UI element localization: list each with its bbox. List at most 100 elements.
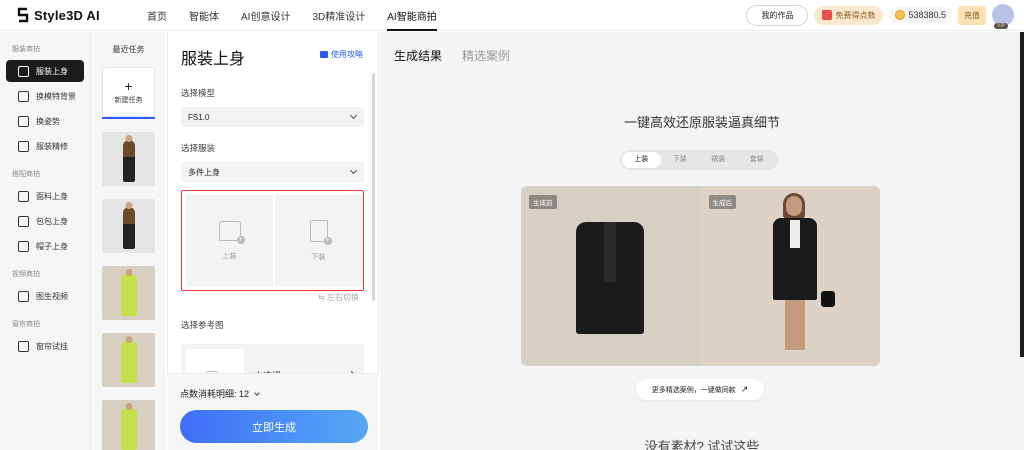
my-works-button[interactable]: 我的作品 [746, 4, 809, 26]
model-select[interactable]: FS1.0 [181, 107, 364, 127]
vip-badge: VIP [994, 23, 1009, 29]
sidebar-item-change-background[interactable]: 换模特背景 [6, 85, 84, 107]
sidebar-item-garment-refine[interactable]: 服装精修 [6, 135, 84, 157]
recent-tasks-title: 最近任务 [112, 45, 145, 54]
top-nav-bar: Style3D AI 首页 智能体 AI创意设计 3D精准设计 AI智能商拍 我… [0, 0, 1024, 31]
chevron-down-icon [349, 111, 358, 120]
chevron-down-icon [254, 389, 260, 396]
page-scrollbar[interactable] [1020, 32, 1024, 357]
before-image: 生成前 [521, 186, 701, 366]
sidebar-section-title: 服装商拍 [12, 46, 40, 53]
segment-top[interactable]: 上装 [622, 152, 661, 168]
task-thumbnail[interactable] [102, 132, 155, 186]
recharge-button[interactable]: 充值 [958, 5, 986, 25]
garment-mode-value: 多件上身 [188, 167, 220, 177]
result-area: 生成结果 精选案例 一键高效还原服装逼真细节 上装 下装 裙装 套装 生成前 生… [380, 32, 1024, 450]
top-garment-icon: + [218, 220, 245, 244]
model-label: 选择模型 [181, 88, 216, 98]
garment-upload-area: + 上装 + 下装 [181, 190, 364, 291]
model-select-value: FS1.0 [188, 112, 210, 122]
user-avatar[interactable]: VIP [992, 4, 1014, 29]
active-task-indicator [102, 117, 155, 119]
task-thumbnail[interactable] [102, 333, 155, 387]
recent-tasks-panel: 最近任务 + 新建任务 [90, 32, 166, 450]
book-icon [320, 51, 328, 58]
segment-bottom[interactable]: 下装 [661, 152, 700, 168]
sidebar-item-label: 面料上身 [36, 191, 68, 201]
points-detail-toggle[interactable]: 点数消耗明细: 12 [180, 387, 260, 400]
jacket-image [576, 222, 644, 334]
nav-home[interactable]: 首页 [136, 0, 178, 31]
scan-person-icon [18, 90, 29, 102]
task-thumbnail[interactable] [102, 199, 155, 253]
sidebar-item-curtain[interactable]: 窗帘试挂 [6, 335, 84, 357]
style3d-logo-icon [17, 7, 29, 23]
garment-label: 选择服装 [181, 143, 216, 153]
nav-ai-creative[interactable]: AI创意设计 [230, 0, 301, 31]
after-image: 生成后 [700, 186, 880, 366]
sidebar-item-label: 包包上身 [36, 216, 68, 226]
garment-type-segment: 上装 下装 裙装 套装 [620, 150, 778, 170]
top-garment-upload[interactable]: + 上装 [186, 195, 273, 286]
task-thumbnail[interactable] [102, 266, 155, 320]
before-after-comparison: 生成前 生成后 [521, 186, 880, 366]
sidebar-item-fabric[interactable]: 面料上身 [6, 185, 84, 207]
coin-icon [895, 10, 906, 20]
bottom-garment-label: 下装 [311, 253, 326, 261]
sidebar-section-title: 搭配商拍 [12, 171, 40, 178]
plus-icon: + [124, 78, 133, 94]
play-icon [18, 290, 29, 302]
segment-suit[interactable]: 套装 [738, 152, 777, 168]
more-cases-button[interactable]: 更多精选案例，一键做同款 ↗ [636, 379, 764, 400]
more-cases-label: 更多精选案例，一键做同款 [651, 386, 736, 394]
arrow-up-right-icon: ↗ [740, 384, 749, 394]
sidebar-item-label: 窗帘试挂 [36, 341, 68, 351]
sidebar-item-image-to-video[interactable]: 图生视频 [6, 285, 84, 307]
garment-mode-select[interactable]: 多件上身 [181, 162, 364, 182]
sidebar-item-label: 服装上身 [36, 66, 68, 76]
pants-icon: + [309, 219, 332, 245]
tab-featured-cases[interactable]: 精选案例 [462, 47, 510, 64]
refine-icon [18, 140, 29, 152]
bag-icon [18, 215, 29, 227]
free-points-label: 免费得点数 [835, 10, 876, 20]
sidebar-item-bag[interactable]: 包包上身 [6, 210, 84, 232]
sidebar-item-garment-on-body[interactable]: 服装上身 [6, 60, 84, 82]
free-points-button[interactable]: 免费得点数 [814, 5, 884, 25]
generate-button[interactable]: 立即生成 [180, 410, 368, 443]
sample-materials-hint: 没有素材? 试试这些 [644, 439, 760, 450]
result-tabs: 生成结果 精选案例 [394, 47, 510, 64]
new-task-button[interactable]: + 新建任务 [102, 67, 155, 117]
segment-dress[interactable]: 裙装 [699, 152, 738, 168]
feature-headline: 一键高效还原服装逼真细节 [623, 115, 780, 130]
usage-guide-label: 使用攻略 [331, 50, 363, 59]
nav-ai-shoot[interactable]: AI智能商拍 [376, 0, 447, 31]
logo-text: Style3D AI [34, 7, 100, 23]
chevron-down-icon [349, 166, 358, 175]
sidebar-item-label: 帽子上身 [36, 241, 68, 251]
fabric-icon [18, 190, 29, 202]
sidebar-item-change-pose[interactable]: 换姿势 [6, 110, 84, 132]
hat-icon [18, 240, 29, 252]
nav-agent[interactable]: 智能体 [178, 0, 230, 31]
page-title: 服装上身 [181, 51, 246, 68]
bottom-garment-upload[interactable]: + 下装 [275, 195, 362, 286]
feature-sidebar: 服装商拍 服装上身 换模特背景 换姿势 服装精修 搭配商拍 面料上身 包包上身 … [0, 32, 90, 450]
swap-garments-button[interactable]: ⇆ 左右切换 [318, 292, 359, 303]
settings-scrollbar[interactable] [372, 73, 375, 301]
app-logo[interactable]: Style3D AI [16, 7, 136, 23]
usage-guide-link[interactable]: 使用攻略 [320, 49, 363, 60]
sidebar-item-label: 图生视频 [36, 291, 68, 301]
nav-3d-design[interactable]: 3D精准设计 [301, 0, 376, 31]
tab-results[interactable]: 生成结果 [394, 47, 442, 64]
reference-label: 选择参考图 [181, 320, 224, 330]
sidebar-item-hat[interactable]: 帽子上身 [6, 235, 84, 257]
credit-value: 538380.5 [908, 10, 946, 20]
new-task-label: 新建任务 [114, 97, 143, 104]
credit-balance: 538380.5 [889, 7, 952, 23]
task-thumbnail[interactable] [102, 400, 155, 450]
gift-icon [822, 10, 833, 20]
sidebar-item-label: 换模特背景 [36, 91, 76, 101]
sidebar-item-label: 换姿势 [36, 116, 60, 126]
sidebar-section-title: 窗帘商拍 [12, 321, 40, 328]
